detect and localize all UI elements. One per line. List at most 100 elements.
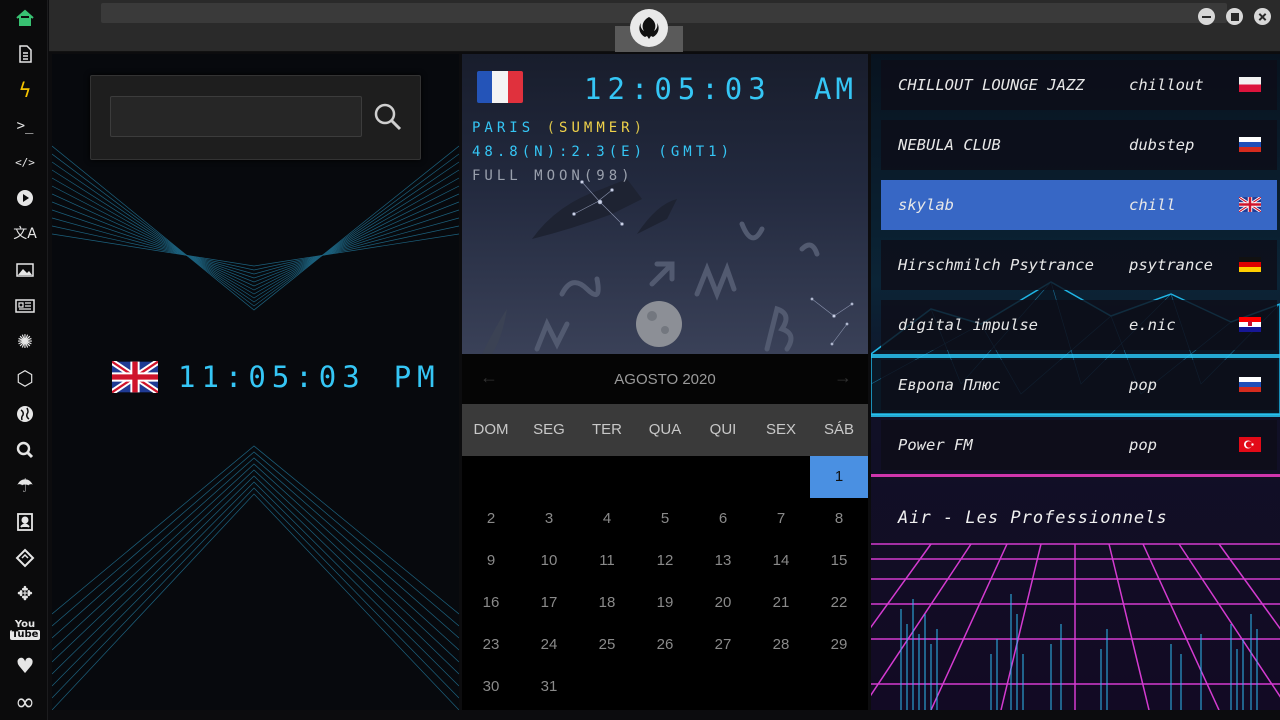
station-name: digital impulse — [898, 316, 1038, 334]
calendar-day[interactable]: 9 — [462, 540, 520, 582]
calendar-day[interactable]: 3 — [520, 498, 578, 540]
station-genre: dubstep — [1129, 136, 1195, 154]
calendar-day[interactable]: 22 — [810, 582, 868, 624]
calendar-day[interactable]: 4 — [578, 498, 636, 540]
search-icon[interactable] — [12, 437, 38, 463]
france-ampm: AM — [814, 72, 857, 106]
station-row-active[interactable]: skylab chill — [881, 180, 1277, 230]
coordinates: 48.8(N):2.3(E) (GMT1) — [472, 144, 734, 160]
calendar-day[interactable]: 10 — [520, 540, 578, 582]
expand-icon[interactable]: ✥ — [12, 581, 38, 607]
calendar-week: 30 31 — [462, 666, 868, 708]
station-genre: pop — [1129, 436, 1157, 454]
calendar-day[interactable]: 21 — [752, 582, 810, 624]
calendar-day[interactable]: 30 — [462, 666, 520, 708]
station-name: skylab — [898, 196, 954, 214]
calendar-day[interactable]: 27 — [694, 624, 752, 666]
calendar-day[interactable]: 13 — [694, 540, 752, 582]
rebel-icon[interactable]: ✺ — [12, 329, 38, 355]
weekday: SEX — [765, 421, 796, 438]
lightning-icon[interactable]: ϟ — [12, 77, 38, 103]
close-button[interactable] — [1254, 8, 1271, 25]
left-panel: 11:05:03 PM — [52, 54, 459, 710]
calendar-day-selected[interactable]: 1 — [810, 456, 868, 498]
calendar-day[interactable]: 12 — [636, 540, 694, 582]
moon-phase: FULL MOON(98) — [472, 168, 634, 184]
station-genre: chill — [1129, 196, 1176, 214]
search-button[interactable] — [371, 100, 405, 134]
calendar-day[interactable]: 6 — [694, 498, 752, 540]
rebel-logo-icon[interactable] — [630, 9, 668, 47]
hexagon-icon[interactable]: ⬡ — [12, 365, 38, 391]
calendar-day[interactable]: 24 — [520, 624, 578, 666]
tag-icon[interactable] — [12, 545, 38, 571]
calendar-day[interactable]: 7 — [752, 498, 810, 540]
maximize-button[interactable] — [1226, 8, 1243, 25]
calendar-day[interactable]: 8 — [810, 498, 868, 540]
russia-flag-icon — [1239, 137, 1261, 152]
code-icon[interactable]: </> — [12, 149, 38, 175]
calendar-day — [462, 456, 520, 498]
station-genre: chillout — [1129, 76, 1204, 94]
calendar-day[interactable]: 29 — [810, 624, 868, 666]
calendar-day[interactable]: 5 — [636, 498, 694, 540]
calendar-day — [578, 456, 636, 498]
prev-month-button[interactable]: ← — [480, 367, 498, 388]
umbrella-icon[interactable]: ☂ — [12, 473, 38, 499]
calendar-day — [752, 456, 810, 498]
document-icon[interactable] — [12, 41, 38, 67]
heart-icon[interactable]: ♥ — [12, 653, 38, 679]
contacts-icon[interactable] — [12, 509, 38, 535]
station-row[interactable]: digital impulse e.nic — [881, 300, 1277, 350]
calendar-day[interactable]: 16 — [462, 582, 520, 624]
image-icon[interactable] — [12, 257, 38, 283]
poland-flag-icon — [1239, 77, 1261, 92]
russia-flag-icon — [1239, 377, 1261, 392]
calendar-day[interactable]: 18 — [578, 582, 636, 624]
terminal-icon[interactable]: >_ — [12, 113, 38, 139]
calendar-day[interactable]: 11 — [578, 540, 636, 582]
magnifier-icon — [374, 103, 402, 131]
calendar-day[interactable]: 26 — [636, 624, 694, 666]
calendar-day[interactable]: 25 — [578, 624, 636, 666]
calendar-weekdays: DOM SEG TER QUA QUI SEX SÁB — [462, 404, 868, 456]
play-icon[interactable] — [12, 185, 38, 211]
station-row[interactable]: CHILLOUT LOUNGE JAZZ chillout — [881, 60, 1277, 110]
calendar-day[interactable]: 23 — [462, 624, 520, 666]
calendar-day[interactable]: 28 — [752, 624, 810, 666]
minimize-button[interactable] — [1198, 8, 1215, 25]
calendar-day[interactable]: 31 — [520, 666, 578, 708]
uk-time: 11:05:03 — [178, 360, 366, 394]
search-input[interactable] — [110, 96, 362, 137]
calendar-day[interactable]: 17 — [520, 582, 578, 624]
station-row[interactable]: Hirschmilch Psytrance psytrance — [881, 240, 1277, 290]
calendar-week: 9 10 11 12 13 14 15 — [462, 540, 868, 582]
season: SUMMER — [559, 120, 634, 136]
calendar-day — [694, 456, 752, 498]
calendar-day[interactable]: 14 — [752, 540, 810, 582]
infinity-icon[interactable]: ∞ — [12, 689, 38, 715]
calendar-day[interactable]: 19 — [636, 582, 694, 624]
location-line: PARIS (SUMMER) — [472, 120, 647, 136]
weekday: SEG — [533, 421, 565, 438]
calendar-day[interactable]: 20 — [694, 582, 752, 624]
station-row[interactable]: Power FM pop — [881, 420, 1277, 470]
globe-icon[interactable] — [12, 401, 38, 427]
calendar-day[interactable]: 15 — [810, 540, 868, 582]
calendar-week: 2 3 4 5 6 7 8 — [462, 498, 868, 540]
calendar-month-label: AGOSTO 2020 — [614, 370, 716, 388]
france-flag-icon — [477, 71, 523, 103]
search-box — [90, 75, 421, 160]
station-row[interactable]: NEBULA CLUB dubstep — [881, 120, 1277, 170]
next-month-button[interactable]: → — [834, 367, 852, 388]
home-icon[interactable] — [12, 5, 38, 31]
calendar-day[interactable]: 2 — [462, 498, 520, 540]
middle-panel: 12:05:03 AM PARIS (SUMMER) 48.8(N):2.3(E… — [462, 54, 868, 710]
weekday: QUA — [648, 421, 682, 438]
newspaper-icon[interactable] — [12, 293, 38, 319]
youtube-icon[interactable]: You Tube — [9, 617, 41, 643]
station-genre: e.nic — [1129, 316, 1176, 334]
translate-icon[interactable]: 文A — [12, 221, 38, 247]
uk-clock: 11:05:03 PM — [112, 360, 441, 394]
station-row[interactable]: Европа Плюс pop — [881, 360, 1277, 410]
